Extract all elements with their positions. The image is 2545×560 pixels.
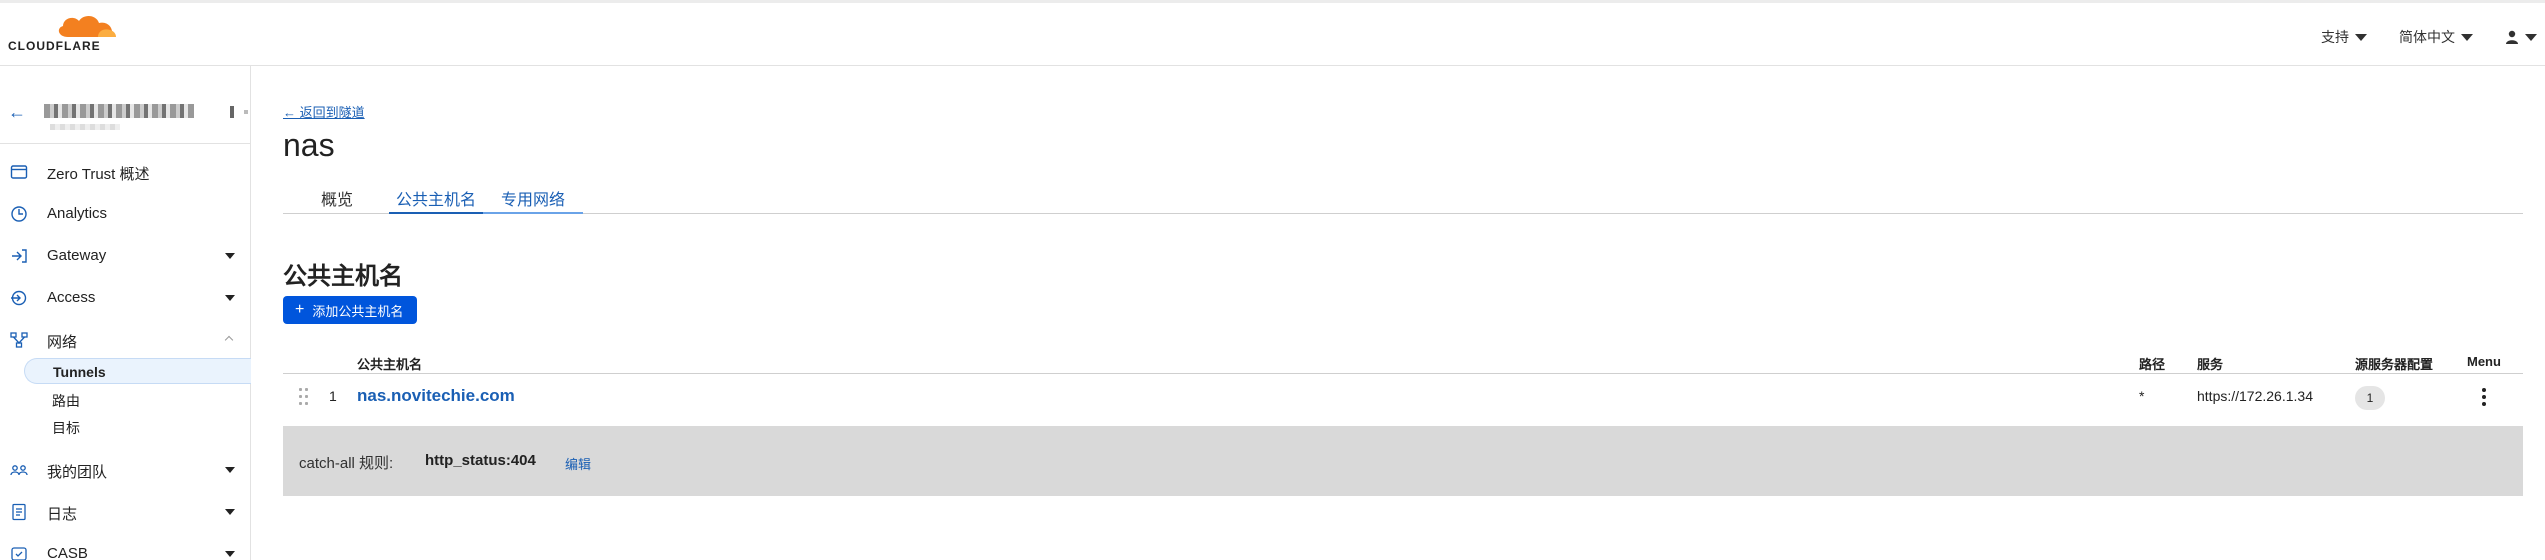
chevron-down-icon [2525, 33, 2537, 41]
chevron-down-icon [225, 467, 235, 473]
catch-all-rule-bar: catch-all 规则: http_status:404 编辑 [283, 426, 2523, 496]
language-label: 简体中文 [2399, 29, 2455, 45]
catch-all-edit-link[interactable]: 编辑 [565, 454, 591, 473]
chevron-down-icon [225, 295, 235, 301]
sidebar-item-my-team[interactable]: 我的团队 [0, 452, 251, 488]
wordmark: CLOUDFLARE [8, 39, 101, 53]
sidebar-subitem-targets[interactable]: 目标 [24, 413, 251, 439]
user-menu[interactable] [2505, 30, 2537, 44]
catch-all-label: catch-all 规则: [299, 455, 394, 472]
language-menu[interactable]: 简体中文 [2399, 27, 2473, 47]
table-row: 1 nas.novitechie.com * https://172.26.1.… [283, 374, 2523, 420]
column-header-service[interactable]: 服务 [2197, 354, 2223, 373]
plus-icon: + [295, 301, 305, 318]
sidebar-item-label: 我的团队 [47, 464, 108, 481]
page-title: nas [283, 127, 335, 163]
cloud-logo-icon [58, 15, 116, 37]
chevron-down-icon [2461, 33, 2473, 41]
log-icon [12, 503, 26, 521]
row-service: https://172.26.1.34 [2197, 388, 2313, 404]
sidebar-item-label: 网络 [47, 334, 78, 351]
row-index: 1 [329, 388, 337, 404]
column-header-menu: Menu [2467, 354, 2501, 369]
add-button-label: 添加公共主机名 [312, 303, 404, 319]
arrow-left-icon[interactable]: ← [8, 102, 26, 123]
clock-icon [11, 206, 27, 222]
team-icon [10, 465, 28, 476]
tab-public-hostnames[interactable]: 公共主机名 [389, 186, 483, 214]
column-header-path[interactable]: 路径 [2139, 354, 2165, 373]
sidebar-item-label: 日志 [47, 506, 78, 523]
chevron-down-icon [2355, 33, 2367, 41]
tab-overview[interactable]: 概览 [309, 186, 365, 214]
network-icon [10, 332, 28, 348]
casb-icon [11, 547, 27, 560]
table-header: 公共主机名 路径 服务 源服务器配置 Menu [283, 350, 2523, 374]
sidebar-item-access[interactable]: Access [0, 280, 251, 316]
sidebar-item-label: Access [47, 289, 96, 306]
gateway-icon [12, 249, 27, 263]
drag-handle-icon[interactable] [299, 388, 309, 406]
row-path: * [2139, 388, 2145, 404]
column-header-origin-config[interactable]: 源服务器配置 [2355, 354, 2433, 373]
support-menu[interactable]: 支持 [2321, 27, 2367, 47]
origin-config-badge: 1 [2355, 386, 2385, 410]
sidebar-item-casb[interactable]: CASB [0, 536, 251, 560]
support-label: 支持 [2321, 29, 2349, 45]
column-header-hostname[interactable]: 公共主机名 [357, 354, 422, 373]
add-public-hostname-button[interactable]: + 添加公共主机名 [283, 296, 417, 324]
account-subtitle-redacted [50, 124, 120, 130]
dot-icon [244, 110, 248, 114]
chevron-up-icon [224, 335, 234, 345]
hostname-link[interactable]: nas.novitechie.com [357, 386, 515, 406]
tab-bar: 概览 公共主机名 专用网络 [283, 180, 2523, 214]
sidebar-item-logs[interactable]: 日志 [0, 494, 251, 530]
sidebar-item-label: CASB [47, 545, 88, 560]
tab-private-network[interactable]: 专用网络 [483, 186, 583, 214]
tab-label: 公共主机名 [395, 192, 476, 209]
sidebar-item-label: Zero Trust 概述 [47, 166, 150, 183]
access-icon [11, 290, 27, 306]
account-menu-icon[interactable] [230, 106, 234, 118]
sidebar-subitem-label: Tunnels [53, 364, 106, 380]
catch-all-value: http_status:404 [425, 452, 536, 469]
sidebar-item-analytics[interactable]: Analytics [0, 196, 251, 232]
sidebar-subitem-routes[interactable]: 路由 [24, 386, 251, 412]
sidebar-item-label: Analytics [47, 205, 108, 222]
sidebar-item-gateway[interactable]: Gateway [0, 238, 251, 274]
top-nav: 支持 简体中文 [2321, 27, 2545, 47]
chevron-down-icon [225, 509, 235, 515]
cloudflare-logo[interactable]: CLOUDFLARE [6, 13, 118, 55]
sidebar-item-zero-trust-overview[interactable]: Zero Trust 概述 [0, 154, 251, 190]
tab-label: 概览 [320, 192, 353, 209]
sidebar-subitem-label: 目标 [52, 420, 80, 436]
sidebar-item-label: Gateway [47, 247, 107, 264]
user-icon [2506, 30, 2518, 44]
chevron-down-icon [225, 551, 235, 557]
sidebar: ← Zero Trust 概述 Analytics Gateway Access… [0, 66, 251, 560]
kebab-menu-icon[interactable] [2482, 388, 2486, 406]
account-switcher[interactable]: ← [0, 84, 251, 144]
sidebar-subitem-tunnels[interactable]: Tunnels [24, 358, 251, 384]
back-to-tunnels-link[interactable]: ← 返回到隧道 [283, 102, 365, 121]
section-title: 公共主机名 [283, 263, 403, 290]
top-bar: CLOUDFLARE 支持 简体中文 [0, 0, 2545, 66]
sidebar-subitem-label: 路由 [52, 393, 80, 409]
dashboard-icon [10, 165, 28, 179]
account-name-redacted [44, 104, 194, 118]
sidebar-item-network[interactable]: 网络 [0, 322, 251, 358]
tab-label: 专用网络 [500, 192, 565, 209]
chevron-down-icon [225, 253, 235, 259]
